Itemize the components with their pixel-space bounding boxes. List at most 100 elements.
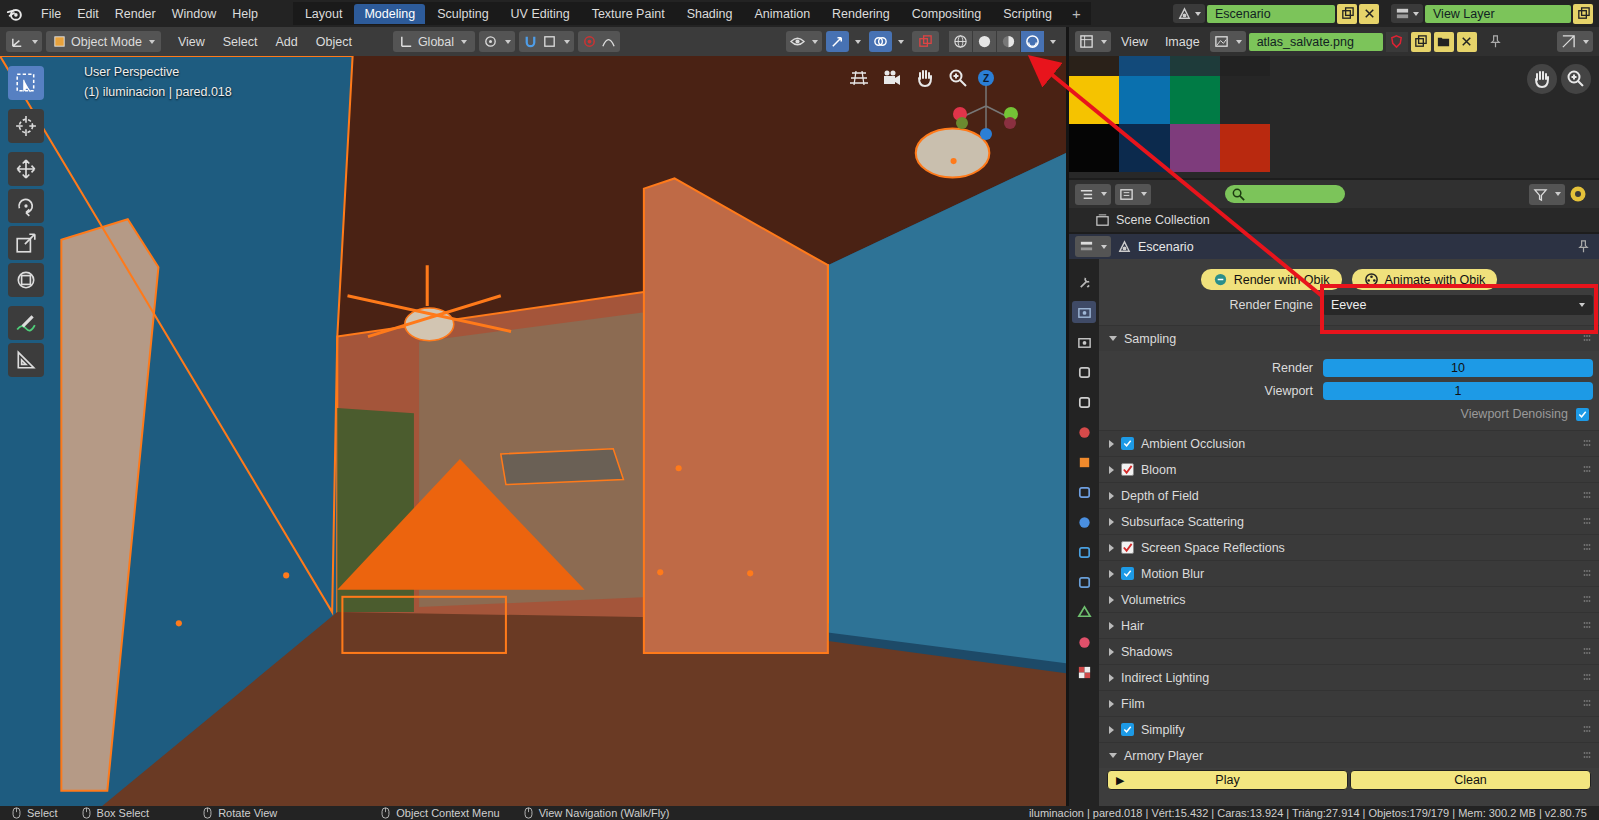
workspace-tab[interactable]: Shading — [677, 4, 743, 24]
properties-tab[interactable] — [1072, 571, 1096, 593]
menu-item[interactable]: Help — [225, 7, 265, 21]
filter-dropdown[interactable] — [1529, 184, 1565, 205]
view-layer-browse-button[interactable] — [1391, 4, 1423, 23]
drag-handle-icon[interactable] — [1583, 647, 1591, 657]
drag-handle-icon[interactable] — [1583, 439, 1591, 449]
drag-handle-icon[interactable] — [1583, 491, 1591, 501]
outliner-row[interactable]: Scene Collection — [1069, 208, 1599, 232]
drag-handle-icon[interactable] — [1583, 673, 1591, 683]
viewport-menu[interactable]: Add — [269, 35, 305, 49]
grid-icon[interactable] — [849, 68, 869, 88]
properties-tab[interactable] — [1072, 331, 1096, 353]
hand-icon[interactable] — [915, 68, 935, 88]
workspace-tab[interactable]: Texture Paint — [582, 4, 675, 24]
image-mode-dropdown[interactable] — [1557, 31, 1593, 52]
viewport[interactable]: User Perspective (1) iluminacion | pared… — [0, 56, 1066, 806]
drag-handle-icon[interactable] — [1583, 334, 1591, 344]
drag-handle-icon[interactable] — [1583, 595, 1591, 605]
properties-tab[interactable] — [1072, 271, 1096, 293]
open-image-button[interactable] — [1434, 32, 1454, 52]
checkbox[interactable] — [1121, 723, 1134, 736]
editor-type-button[interactable] — [1075, 31, 1111, 52]
shading-options-chevron-icon[interactable] — [1050, 40, 1056, 44]
render-engine-dropdown[interactable]: Eevee — [1323, 295, 1593, 315]
panel-header[interactable]: Sampling — [1099, 325, 1599, 351]
panel-header[interactable]: Depth of Field — [1099, 482, 1599, 508]
play-button[interactable]: ▶ Play — [1107, 770, 1348, 790]
visibility-dropdown[interactable] — [786, 31, 822, 52]
workspace-tab[interactable]: Modeling — [354, 4, 425, 24]
shading-button[interactable] — [997, 31, 1020, 52]
viewport-menu[interactable]: View — [171, 35, 212, 49]
properties-tab[interactable] — [1072, 421, 1096, 443]
drag-handle-icon[interactable] — [1583, 543, 1591, 553]
addon-button[interactable]: Animate with Qbik — [1352, 269, 1498, 290]
overlay-toggle[interactable] — [869, 31, 892, 52]
clean-button[interactable]: Clean — [1350, 770, 1591, 790]
menu-item[interactable]: File — [34, 7, 68, 21]
properties-tab[interactable] — [1072, 451, 1096, 473]
panel-header[interactable]: Screen Space Reflections — [1099, 534, 1599, 560]
menu-item[interactable]: Window — [165, 7, 223, 21]
properties-tab[interactable] — [1072, 601, 1096, 623]
navigation-gizmo[interactable]: Z — [946, 64, 1026, 154]
drag-handle-icon[interactable] — [1583, 517, 1591, 527]
properties-tab[interactable] — [1072, 481, 1096, 503]
panel-header[interactable]: Volumetrics — [1099, 586, 1599, 612]
image-editor-menu[interactable]: View — [1114, 35, 1155, 49]
tool-button[interactable] — [8, 66, 44, 100]
gizmo-toggle[interactable] — [826, 31, 849, 52]
copy-scene-button[interactable] — [1337, 4, 1357, 24]
properties-tab[interactable] — [1072, 511, 1096, 533]
editor-type-button[interactable] — [1075, 236, 1111, 257]
tool-button[interactable] — [8, 226, 44, 260]
panel-header[interactable]: Film — [1099, 690, 1599, 716]
tool-button[interactable] — [8, 306, 44, 340]
hand-icon[interactable] — [1527, 64, 1557, 94]
shading-button[interactable] — [1021, 31, 1044, 52]
outliner-search-field[interactable] — [1225, 185, 1345, 203]
tool-button[interactable] — [8, 343, 44, 377]
image-name-field[interactable]: atlas_salvate.png — [1249, 33, 1383, 51]
camera-icon[interactable] — [882, 68, 902, 88]
workspace-tab[interactable]: Sculpting — [427, 4, 498, 24]
delete-scene-button[interactable] — [1359, 4, 1379, 24]
drag-handle-icon[interactable] — [1583, 751, 1591, 761]
menu-item[interactable]: Render — [108, 7, 163, 21]
drag-handle-icon[interactable] — [1583, 465, 1591, 475]
number-field[interactable]: 1 — [1323, 382, 1593, 400]
menu-item[interactable]: Edit — [70, 7, 106, 21]
scene-browse-button[interactable] — [1173, 4, 1205, 23]
properties-tab[interactable] — [1072, 301, 1096, 323]
properties-tab[interactable] — [1072, 361, 1096, 383]
shading-button[interactable] — [973, 31, 996, 52]
tool-button[interactable] — [8, 189, 44, 223]
checkbox[interactable] — [1121, 541, 1134, 554]
properties-tab[interactable] — [1072, 391, 1096, 413]
panel-header[interactable]: Shadows — [1099, 638, 1599, 664]
pin-icon[interactable] — [1576, 239, 1591, 254]
checkbox[interactable] — [1121, 567, 1134, 580]
blender-logo-icon[interactable] — [6, 5, 24, 23]
zoom-icon[interactable] — [948, 68, 968, 88]
checkbox[interactable] — [1121, 437, 1134, 450]
image-editor-menu[interactable]: Image — [1158, 35, 1207, 49]
checkbox[interactable] — [1576, 408, 1589, 421]
xray-toggle[interactable] — [912, 31, 939, 52]
drag-handle-icon[interactable] — [1583, 569, 1591, 579]
properties-tab[interactable] — [1072, 661, 1096, 683]
workspace-tab[interactable]: Compositing — [902, 4, 991, 24]
pivot-dropdown[interactable] — [479, 31, 515, 52]
checkbox[interactable] — [1121, 463, 1134, 476]
drag-handle-icon[interactable] — [1583, 699, 1591, 709]
tool-button[interactable] — [8, 109, 44, 143]
properties-tab[interactable] — [1072, 631, 1096, 653]
fake-user-button[interactable] — [1386, 32, 1408, 52]
orientation-dropdown[interactable]: Global — [393, 31, 475, 52]
panel-header[interactable]: Hair — [1099, 612, 1599, 638]
snap-toggle[interactable] — [519, 31, 574, 52]
mode-dropdown[interactable]: Object Mode — [46, 31, 161, 52]
editor-type-button[interactable] — [1075, 184, 1111, 205]
properties-tab[interactable] — [1072, 541, 1096, 563]
workspace-tab[interactable]: Animation — [745, 4, 821, 24]
